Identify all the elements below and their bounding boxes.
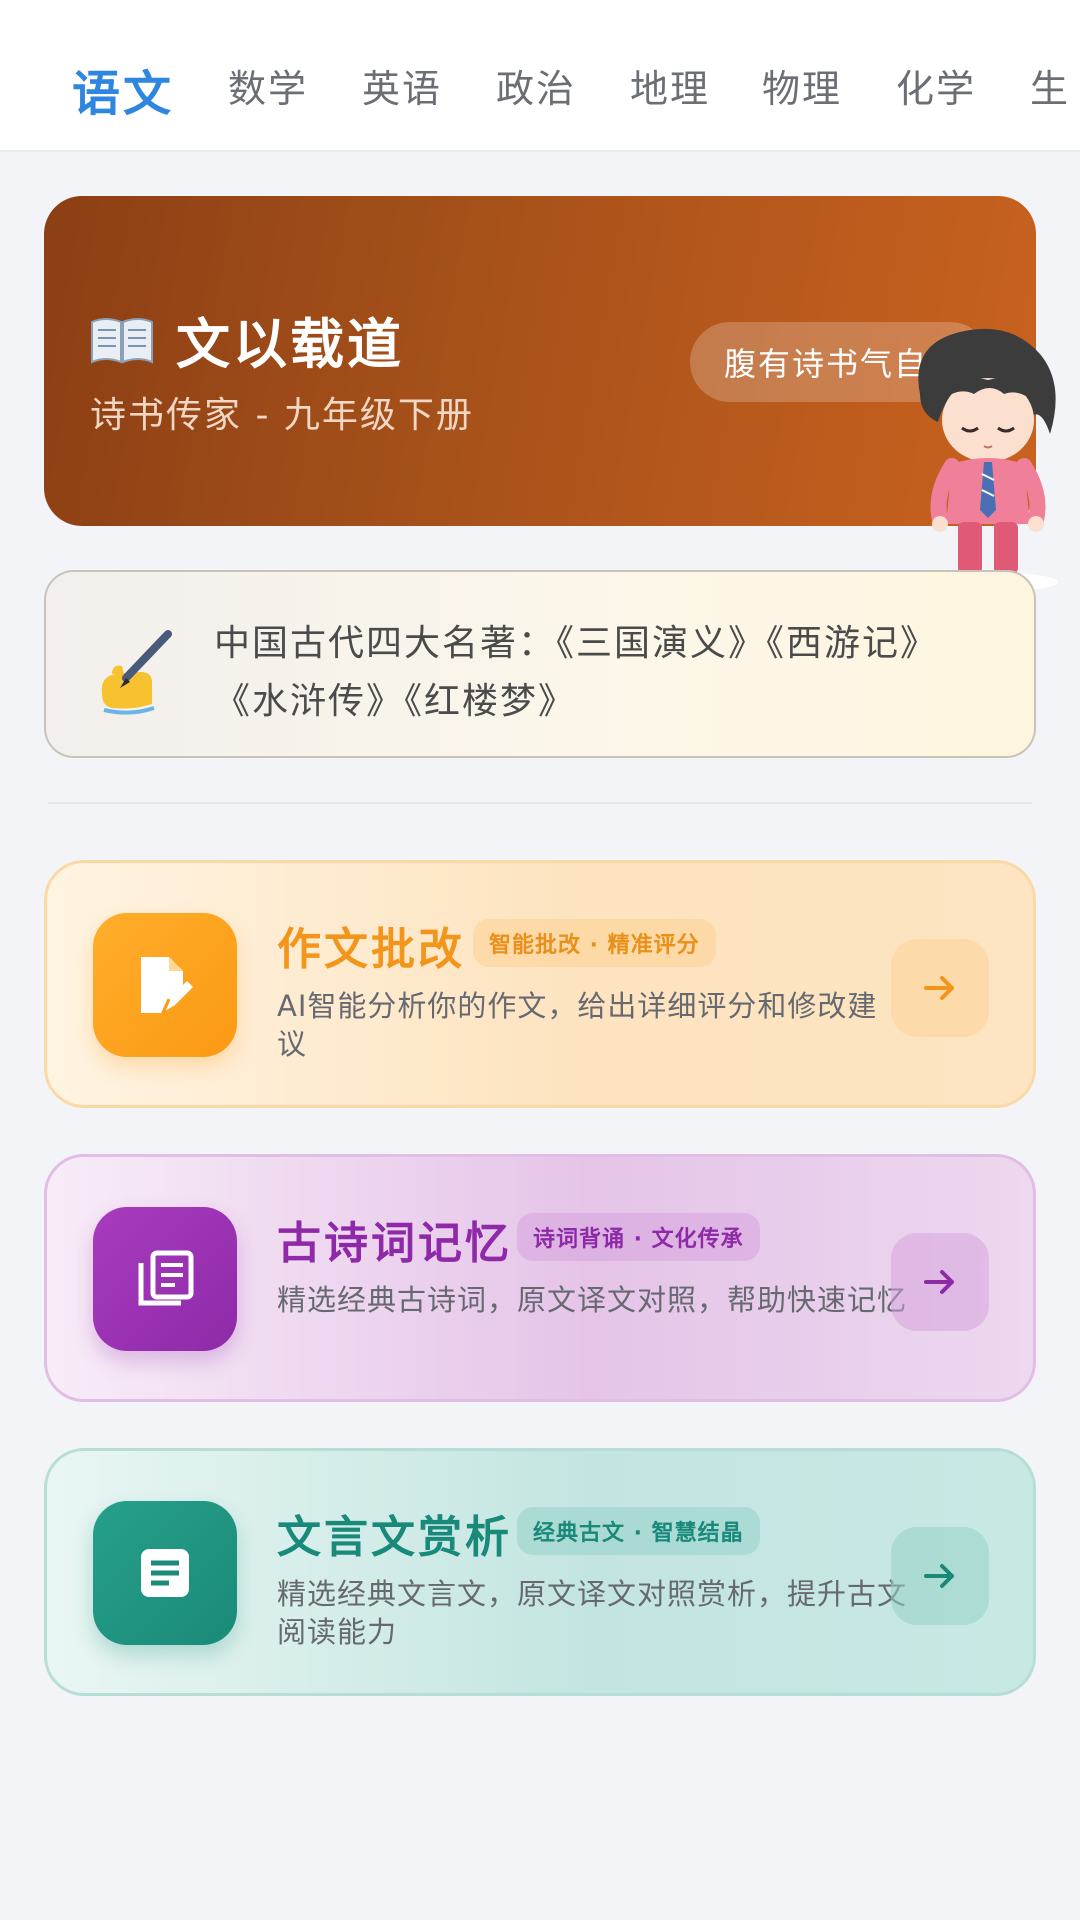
essay-title: 作文批改 (277, 924, 465, 975)
article-icon (141, 1549, 189, 1597)
hero-title-row: 文以载道 (90, 300, 404, 379)
quote-line-1: 中国古代四大名著：《三国演义》《西游记》 (214, 623, 939, 664)
classic-title: 文言文赏析 (277, 1512, 512, 1563)
subject-tab-bar: 语文 数学 英语 政治 地理 物理 化学 生 (0, 0, 1080, 152)
essay-correction-card[interactable]: 作文批改 智能批改 · 精准评分 AI智能分析你的作文，给出详细评分和修改建议 (44, 860, 1036, 1108)
tab-politics[interactable]: 政治 (496, 58, 576, 113)
arrow-right-icon (924, 976, 954, 1000)
classic-go-button[interactable] (891, 1527, 989, 1625)
tab-physics[interactable]: 物理 (762, 58, 842, 113)
classic-tag: 经典古文 · 智慧结晶 (517, 1507, 760, 1555)
essay-icon-box (93, 913, 237, 1057)
poem-tag: 诗词背诵 · 文化传承 (517, 1213, 760, 1261)
arrow-right-icon (924, 1564, 954, 1588)
arrow-right-icon (924, 1270, 954, 1294)
tab-math[interactable]: 数学 (228, 58, 308, 113)
mascot-character (918, 328, 1058, 592)
classical-text-card[interactable]: 文言文赏析 经典古文 · 智慧结晶 精选经典文言文，原文译文对照赏析，提升古文阅… (44, 1448, 1036, 1696)
writing-hand-icon (101, 630, 172, 715)
classic-description: 精选经典文言文，原文译文对照赏析，提升古文阅读能力 (277, 1577, 908, 1649)
notes-stack-icon (138, 1250, 194, 1306)
quote-card: 中国古代四大名著：《三国演义》《西游记》 《水浒传》《红楼梦》 (44, 570, 1036, 758)
section-divider (48, 802, 1032, 804)
essay-tag: 智能批改 · 精准评分 (473, 919, 716, 967)
tab-chinese[interactable]: 语文 (72, 54, 174, 124)
tab-chemistry[interactable]: 化学 (896, 58, 976, 113)
open-book-icon (91, 317, 153, 364)
tab-geography[interactable]: 地理 (630, 58, 710, 113)
hero-banner: 文以载道 诗书传家 - 九年级下册 腹有诗书气自 (44, 196, 1058, 592)
poem-description: 精选经典古诗词，原文译文对照，帮助快速记忆 (277, 1283, 908, 1317)
hero-title: 文以载道 (176, 313, 404, 376)
document-edit-icon (141, 957, 193, 1014)
poem-go-button[interactable] (891, 1233, 989, 1331)
tab-english[interactable]: 英语 (362, 58, 442, 113)
tab-biology[interactable]: 生 (1030, 58, 1070, 113)
essay-description: AI智能分析你的作文，给出详细评分和修改建议 (277, 989, 878, 1061)
poem-memory-card[interactable]: 古诗词记忆 诗词背诵 · 文化传承 精选经典古诗词，原文译文对照，帮助快速记忆 (44, 1154, 1036, 1402)
hero-subtitle: 诗书传家 - 九年级下册 (90, 395, 474, 436)
poem-icon-box (93, 1207, 237, 1351)
poem-title: 古诗词记忆 (277, 1218, 512, 1269)
classic-icon-box (93, 1501, 237, 1645)
quote-line-2: 《水浒传》《红楼梦》 (214, 681, 577, 722)
essay-go-button[interactable] (891, 939, 989, 1037)
